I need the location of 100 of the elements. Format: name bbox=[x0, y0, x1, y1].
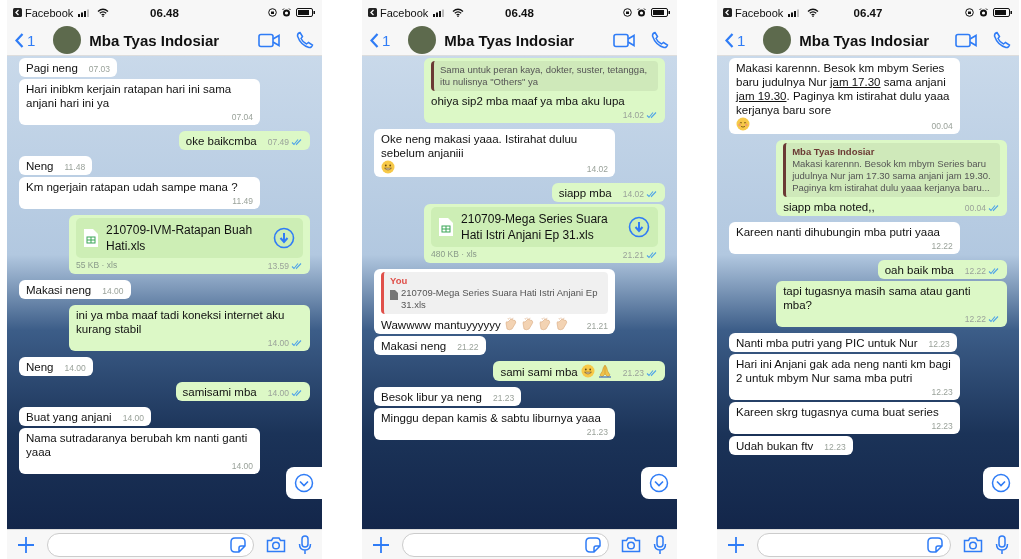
sticker-icon[interactable] bbox=[585, 536, 601, 553]
message-time: 21.23 bbox=[493, 392, 515, 404]
alarm-icon bbox=[979, 8, 988, 17]
message-text: ohiya sip2 mba maaf ya mba aku lupa bbox=[431, 94, 625, 108]
quoted-message[interactable]: Sama untuk peran kaya, dokter, suster, tetangga, itu nulisnya "Others" ya bbox=[431, 61, 658, 91]
message-text: sami sami mba bbox=[500, 365, 578, 379]
camera-icon[interactable] bbox=[621, 536, 641, 553]
quoted-message[interactable]: You 210709-Mega Series Suara Hati Istri Anjani Ep 31.xls bbox=[381, 272, 608, 314]
quote-author: Mba Tyas Indosiar bbox=[792, 146, 876, 158]
scroll-down-button[interactable] bbox=[286, 467, 322, 499]
phone-icon[interactable] bbox=[296, 31, 314, 49]
message-text: Wawwww mantuyyyyyy bbox=[381, 318, 501, 332]
battery-icon bbox=[993, 8, 1013, 17]
chevron-down-icon bbox=[649, 473, 669, 493]
message-time: 12.23 bbox=[928, 338, 950, 350]
sticker-icon[interactable] bbox=[927, 536, 943, 553]
message-field[interactable] bbox=[47, 532, 254, 557]
message-time: 12.23 bbox=[931, 386, 953, 398]
back-button[interactable]: 1 bbox=[15, 31, 36, 49]
message-time: 21.21 bbox=[622, 249, 644, 261]
back-to-app-link[interactable]: Facebook bbox=[368, 6, 429, 19]
contact-name[interactable]: Mba Tyas Indosiar bbox=[89, 31, 242, 49]
file-name: 210709-IVM-Ratapan Buah Hati.xls bbox=[106, 222, 254, 254]
wifi-icon bbox=[807, 8, 820, 17]
alarm-icon bbox=[637, 8, 646, 17]
sticker-icon[interactable] bbox=[230, 536, 246, 553]
back-button[interactable]: 1 bbox=[725, 31, 746, 49]
message-field[interactable] bbox=[757, 532, 951, 557]
message-text: Kareen nanti dihubungin mba putri yaaa bbox=[736, 225, 940, 239]
message-text: Makasi neng bbox=[26, 283, 92, 297]
avatar[interactable] bbox=[408, 26, 437, 54]
message-time: 14.02 bbox=[622, 188, 644, 200]
avatar[interactable] bbox=[763, 26, 792, 54]
message-time: 21.23 bbox=[586, 426, 608, 438]
orientation-lock-icon bbox=[623, 8, 632, 17]
contact-name[interactable]: Mba Tyas Indosiar bbox=[799, 31, 939, 49]
message-text: Makasi karennn. Besok km mbym Series baru judulnya Nur jam 17.30 sama anjani jam 19.30. Paginya km istirahat dulu yaaa kerjanya baru sore bbox=[736, 61, 951, 117]
message-text: Hari ini Anjani gak ada neng nanti km bagi 2 untuk mbym Nur sama mba putri bbox=[736, 357, 952, 385]
back-to-app-link[interactable]: Facebook bbox=[723, 6, 784, 19]
message-time: 21.23 bbox=[622, 367, 644, 379]
plus-icon[interactable] bbox=[372, 535, 390, 554]
chevron-down-icon bbox=[991, 473, 1011, 493]
wifi-icon bbox=[97, 8, 110, 17]
back-to-app-link[interactable]: Facebook bbox=[13, 6, 74, 19]
status-time: 06.48 bbox=[150, 6, 179, 19]
contact-name[interactable]: Mba Tyas Indosiar bbox=[444, 31, 597, 49]
message-time: 14.02 bbox=[586, 163, 608, 175]
back-arrow-icon bbox=[368, 8, 377, 17]
back-arrow-icon bbox=[723, 8, 732, 17]
message-time: 11.48 bbox=[64, 161, 86, 173]
message-text: Nanti mba putri yang PIC untuk Nur bbox=[736, 336, 918, 350]
quoted-message[interactable]: Mba Tyas Indosiar Makasi karennn. Besok km mbym Series baru judulnya Nur jam 17.30 sama anjani jam 19.30. Paginya km istirahat dulu yaaa kerjanya baru... bbox=[783, 143, 1000, 197]
message-time: 07.03 bbox=[88, 63, 111, 75]
file-size: 55 KB · xls bbox=[76, 259, 118, 272]
back-arrow-icon bbox=[13, 8, 22, 17]
smiley-icon bbox=[736, 117, 750, 131]
message-time: 21.21 bbox=[586, 320, 608, 332]
file-attachment[interactable]: 210709-Mega Series Suara Hati Istri Anjani Ep 31.xls bbox=[431, 207, 658, 247]
scroll-down-button[interactable] bbox=[983, 467, 1019, 499]
avatar[interactable] bbox=[53, 26, 82, 54]
smiley-icon bbox=[580, 364, 595, 378]
message-time: 12.23 bbox=[931, 420, 953, 432]
message-text: Minggu depan kamis & sabtu liburnya yaaa bbox=[381, 411, 601, 425]
file-attachment[interactable]: 210709-IVM-Ratapan Buah Hati.xls bbox=[76, 218, 303, 258]
spreadsheet-file-icon bbox=[84, 229, 99, 247]
message-field[interactable] bbox=[402, 532, 609, 557]
message-time: 00.04 bbox=[964, 202, 986, 214]
message-text: siapp mba noted,, bbox=[783, 200, 875, 214]
message-time: 14.00 bbox=[122, 412, 144, 424]
phone-icon[interactable] bbox=[993, 31, 1011, 49]
quote-text: Makasi karennn. Besok km mbym Series baru judulnya Nur jam 17.30 sama anjani jam 19.30. Paginya km istirahat dulu yaaa kerjanya baru... bbox=[792, 158, 992, 194]
time-link[interactable]: jam 17.30 bbox=[830, 76, 881, 88]
wifi-icon bbox=[452, 8, 465, 17]
message-text: oah baik mba bbox=[884, 263, 954, 277]
video-camera-icon[interactable] bbox=[258, 32, 280, 48]
message-time: 14.00 bbox=[64, 362, 86, 374]
video-camera-icon[interactable] bbox=[613, 32, 635, 48]
plus-icon[interactable] bbox=[17, 535, 35, 554]
microphone-icon[interactable] bbox=[298, 534, 312, 555]
camera-icon[interactable] bbox=[266, 536, 286, 553]
camera-icon[interactable] bbox=[963, 536, 983, 553]
plus-icon[interactable] bbox=[727, 535, 745, 554]
microphone-icon[interactable] bbox=[653, 534, 667, 555]
video-camera-icon[interactable] bbox=[955, 32, 977, 48]
message-time: 13.59 bbox=[267, 260, 289, 272]
message-time: 12.22 bbox=[964, 313, 986, 325]
message-text: siapp mba bbox=[558, 186, 612, 200]
back-button[interactable]: 1 bbox=[370, 31, 391, 49]
quote-author: You bbox=[390, 275, 409, 287]
time-link[interactable]: jam 19.30 bbox=[736, 90, 787, 102]
quote-text: 210709-Mega Series Suara Hati Istri Anjani Ep 31.xls bbox=[401, 287, 599, 311]
download-icon[interactable] bbox=[628, 216, 650, 238]
phone-icon[interactable] bbox=[651, 31, 669, 49]
message-text: ini ya mba maaf tadi koneksi internet aku kurang stabil bbox=[76, 308, 286, 336]
message-time: 21.22 bbox=[457, 341, 479, 353]
scroll-down-button[interactable] bbox=[641, 467, 677, 499]
microphone-icon[interactable] bbox=[995, 534, 1009, 555]
message-time: 07.49 bbox=[267, 136, 289, 148]
message-time: 14.00 bbox=[231, 460, 253, 472]
download-icon[interactable] bbox=[273, 227, 295, 249]
